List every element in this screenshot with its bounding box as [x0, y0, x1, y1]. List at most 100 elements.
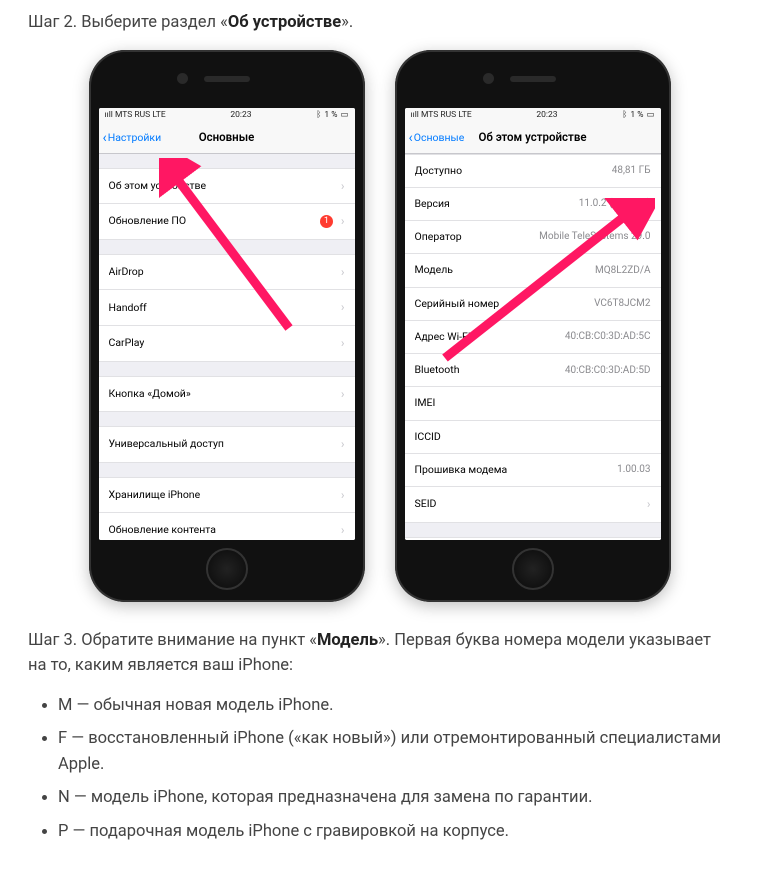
step3-prefix: Шаг 3. Обратите внимание на пункт «: [28, 631, 317, 650]
nav-title: Об этом устройстве: [405, 129, 661, 147]
settings-row[interactable]: Handoff ›: [99, 290, 355, 326]
settings-row[interactable]: Универсальный доступ ›: [99, 426, 355, 463]
list-item: P — подарочная модель iPhone с гравировк…: [58, 819, 731, 845]
row-label: Универсальный доступ: [109, 436, 224, 452]
settings-row: Адрес Wi-Fi40:CB:C0:3D:AD:5C: [405, 321, 661, 354]
row-value: 1.00.03: [617, 462, 650, 478]
step2-text: Шаг 2. Выберите раздел «Об устройстве».: [28, 10, 731, 36]
step2-suffix: ».: [341, 13, 353, 32]
row-label: Версия: [415, 196, 450, 212]
statusbar: ııll MTS RUS LTE 20:23 ᛒ 1 % ▭: [99, 108, 355, 124]
row-label: Модель: [415, 262, 453, 278]
chevron-right-icon: ›: [341, 486, 345, 505]
settings-row[interactable]: Обновление ПО 1 ›: [99, 204, 355, 240]
row-label: Адрес Wi-Fi: [415, 329, 471, 345]
settings-row[interactable]: Кнопка «Домой» ›: [99, 376, 355, 413]
status-right: 1 %: [324, 109, 337, 122]
status-left: ııll MTS RUS LTE: [411, 109, 472, 122]
chevron-right-icon: ›: [341, 334, 345, 353]
settings-row: Доступно48,81 ГБ: [405, 154, 661, 188]
row-label: Об этом устройстве: [109, 178, 207, 194]
settings-row: Прошивка модема1.00.03: [405, 454, 661, 487]
model-codes-list: M — обычная новая модель iPhone. F — восс…: [58, 693, 731, 845]
row-value: VC6T8JCM2: [594, 296, 650, 312]
step2-prefix: Шаг 2. Выберите раздел «: [28, 13, 228, 32]
row-label: IMEI: [415, 395, 436, 411]
step3-bold: Модель: [317, 631, 378, 650]
settings-group: Правовые документы›: [405, 537, 661, 540]
phone-camera: [177, 73, 188, 84]
step2-bold: Об устройстве: [228, 13, 341, 32]
chevron-right-icon: ›: [341, 521, 345, 539]
settings-group: Об этом устройстве › Обновление ПО 1 ›: [99, 168, 355, 240]
settings-row[interactable]: AirDrop ›: [99, 254, 355, 291]
settings-group: Хранилище iPhone › Обновление контента ›: [99, 477, 355, 540]
chevron-right-icon: ›: [341, 263, 345, 282]
settings-row[interactable]: CarPlay ›: [99, 326, 355, 362]
nav-title: Основные: [99, 129, 355, 147]
row-label: CarPlay: [109, 335, 145, 351]
phone2-content: Доступно48,81 ГБ Версия 11.0.2 (15A421) Опе…: [405, 154, 661, 540]
row-label: Обновление ПО: [109, 213, 187, 229]
chevron-right-icon: ›: [341, 212, 345, 231]
bluetooth-icon: ᛒ: [622, 109, 627, 122]
phones-row: ııll MTS RUS LTE 20:23 ᛒ 1 % ▭ ‹ Настрой…: [28, 50, 731, 602]
settings-row: Bluetooth 40:CB:C0:3D:AD:5D: [405, 354, 661, 387]
home-button[interactable]: [206, 548, 248, 590]
phone1-screen: ııll MTS RUS LTE 20:23 ᛒ 1 % ▭ ‹ Настрой…: [99, 108, 355, 540]
settings-row: IMEI: [405, 387, 661, 420]
battery-icon: ▭: [646, 109, 654, 122]
row-label: AirDrop: [109, 264, 144, 280]
settings-group: Доступно48,81 ГБ Версия 11.0.2 (15A421) Опе…: [405, 154, 661, 523]
row-label: Handoff: [109, 300, 147, 316]
row-value: 11.0.2 (15A421): [579, 196, 651, 212]
phone-earpiece: [204, 76, 250, 82]
settings-row[interactable]: Хранилище iPhone ›: [99, 477, 355, 514]
row-value: MQ8L2ZD/A: [595, 263, 650, 279]
phone-mockup-2: ııll MTS RUS LTE 20:23 ᛒ 1 % ▭ ‹ Основны…: [395, 50, 671, 602]
status-right: 1 %: [630, 109, 643, 122]
settings-row: ICCID: [405, 421, 661, 454]
step3-text: Шаг 3. Обратите внимание на пункт «Модел…: [28, 628, 731, 679]
bluetooth-icon: ᛒ: [316, 109, 321, 122]
row-value: 40:CB:C0:3D:AD:5D: [565, 363, 651, 379]
settings-row[interactable]: Правовые документы›: [405, 537, 661, 540]
settings-row: Версия 11.0.2 (15A421): [405, 188, 661, 221]
chevron-right-icon: ›: [341, 385, 345, 404]
row-label: Доступно: [415, 163, 463, 179]
notification-badge: 1: [320, 215, 333, 228]
settings-group: Кнопка «Домой» ›: [99, 376, 355, 413]
row-label: Кнопка «Домой»: [109, 386, 191, 402]
row-label: Оператор: [415, 229, 462, 245]
row-label: Обновление контента: [109, 522, 216, 538]
row-label: Серийный номер: [415, 296, 500, 312]
settings-row: Серийный номер VC6T8JCM2: [405, 288, 661, 321]
settings-row[interactable]: Об этом устройстве ›: [99, 168, 355, 205]
chevron-right-icon: ›: [341, 298, 345, 317]
settings-row[interactable]: Обновление контента ›: [99, 513, 355, 539]
settings-group: Универсальный доступ ›: [99, 426, 355, 463]
navbar: ‹ Настройки Основные: [99, 124, 355, 154]
chevron-right-icon: ›: [341, 435, 345, 454]
list-item: N — модель iPhone, которая предназначена…: [58, 785, 731, 811]
chevron-right-icon: ›: [341, 177, 345, 196]
row-label: Хранилище iPhone: [109, 487, 201, 503]
row-label: SEID: [415, 496, 437, 512]
home-button[interactable]: [512, 548, 554, 590]
status-time: 20:23: [230, 109, 251, 122]
phone-camera: [483, 73, 494, 84]
list-item: M — обычная новая модель iPhone.: [58, 693, 731, 719]
chevron-right-icon: ›: [647, 495, 651, 514]
settings-group: AirDrop › Handoff › CarPlay ›: [99, 254, 355, 362]
phone-mockup-1: ııll MTS RUS LTE 20:23 ᛒ 1 % ▭ ‹ Настрой…: [89, 50, 365, 602]
phone1-content: Об этом устройстве›Обновление ПО1›AirDro…: [99, 154, 355, 540]
status-time: 20:23: [536, 109, 557, 122]
row-label: ICCID: [415, 429, 441, 445]
settings-row: Модель MQ8L2ZD/A: [405, 254, 661, 287]
battery-icon: ▭: [340, 109, 348, 122]
settings-row[interactable]: SEID ›: [405, 487, 661, 523]
row-label: Bluetooth: [415, 362, 460, 378]
phone2-screen: ııll MTS RUS LTE 20:23 ᛒ 1 % ▭ ‹ Основны…: [405, 108, 661, 540]
list-item: F — восстановленный iPhone («как новый»)…: [58, 726, 731, 777]
statusbar: ııll MTS RUS LTE 20:23 ᛒ 1 % ▭: [405, 108, 661, 124]
